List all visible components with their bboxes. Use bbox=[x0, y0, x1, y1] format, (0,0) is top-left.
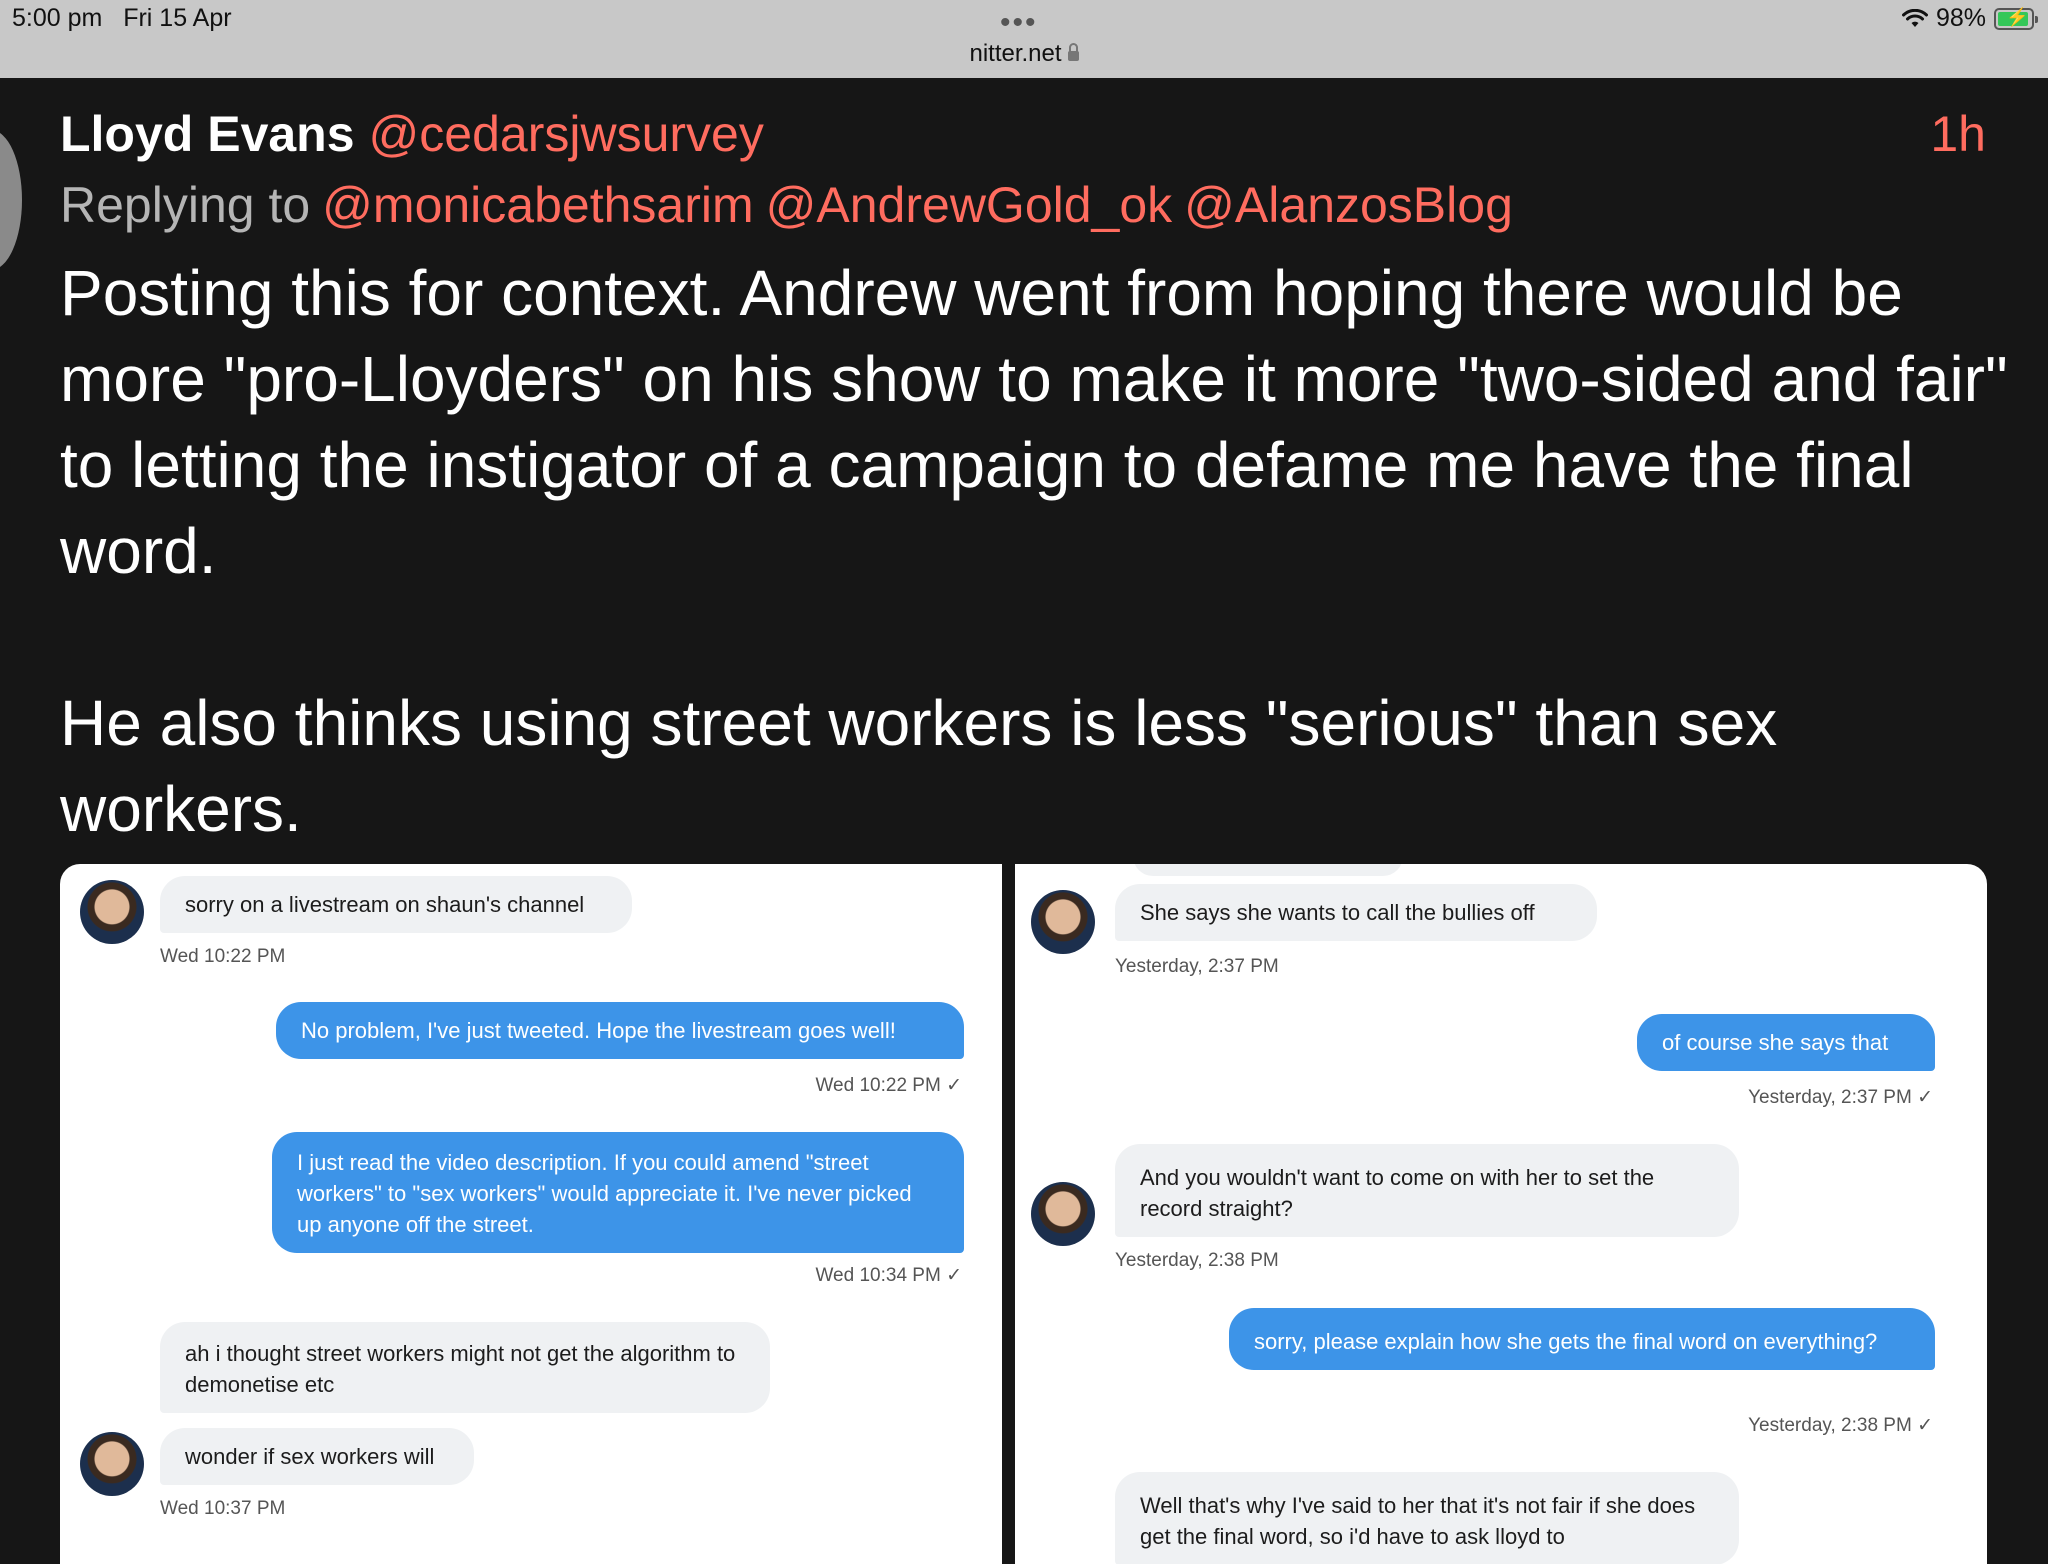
mention-link[interactable]: @monicabethsarim bbox=[322, 177, 753, 233]
tweet-time[interactable]: 1h bbox=[1930, 104, 1986, 164]
message-timestamp: Wed 10:22 PM bbox=[160, 946, 286, 967]
message-timestamp: Yesterday, 2:38 PM ✓ bbox=[1748, 1415, 1933, 1436]
dm-avatar bbox=[80, 1432, 144, 1496]
address-bar[interactable]: nitter.net bbox=[0, 40, 2048, 68]
battery-percent: 98% bbox=[1935, 4, 1986, 32]
more-dots-icon[interactable]: ••• bbox=[1000, 8, 1038, 38]
author-name[interactable]: Lloyd Evans bbox=[60, 106, 355, 162]
attached-image-right[interactable]: She says she wants to call the bullies o… bbox=[1015, 864, 1987, 1564]
dm-avatar bbox=[1031, 1182, 1095, 1246]
message-bubble-cutoff bbox=[1133, 864, 1403, 876]
message-bubble: She says she wants to call the bullies o… bbox=[1115, 884, 1597, 941]
message-bubble: sorry on a livestream on shaun's channel bbox=[160, 876, 632, 933]
replying-to: Replying to @monicabethsarim @AndrewGold_o… bbox=[60, 175, 1513, 235]
tweet-paragraph: Posting this for context. Andrew went fr… bbox=[60, 257, 2008, 587]
status-bar: 5:00 pm Fri 15 Apr ••• nitter.net 98% ⚡ bbox=[0, 0, 2048, 78]
avatar[interactable] bbox=[0, 130, 22, 270]
tweet-header: Lloyd Evans @cedarsjwsurvey bbox=[60, 104, 764, 164]
mention-link[interactable]: @AlanzosBlog bbox=[1184, 177, 1513, 233]
replying-prefix: Replying to bbox=[60, 177, 311, 233]
mention-link[interactable]: @AndrewGold_ok bbox=[766, 177, 1173, 233]
message-bubble: ah i thought street workers might not ge… bbox=[160, 1322, 770, 1413]
message-bubble: And you wouldn't want to come on with he… bbox=[1115, 1144, 1739, 1237]
dm-avatar bbox=[80, 880, 144, 944]
message-bubble: I just read the video description. If yo… bbox=[272, 1132, 964, 1253]
status-time: 5:00 pm Fri 15 Apr bbox=[12, 4, 232, 32]
tweet-text: Posting this for context. Andrew went fr… bbox=[60, 250, 2010, 852]
author-handle[interactable]: @cedarsjwsurvey bbox=[369, 106, 764, 162]
message-timestamp: Yesterday, 2:37 PM bbox=[1115, 956, 1279, 977]
message-timestamp: Wed 10:37 PM bbox=[160, 1498, 286, 1519]
wifi-icon bbox=[1901, 8, 1928, 27]
message-bubble: Well that's why I've said to her that it… bbox=[1115, 1472, 1739, 1564]
message-timestamp: Yesterday, 2:37 PM ✓ bbox=[1748, 1087, 1933, 1108]
message-timestamp: Wed 10:22 PM ✓ bbox=[815, 1075, 962, 1096]
status-right: 98% ⚡ bbox=[1901, 4, 2038, 33]
battery-icon: ⚡ bbox=[1994, 7, 2038, 30]
tweet-paragraph: He also thinks using street workers is l… bbox=[60, 687, 1778, 845]
message-timestamp: Yesterday, 2:38 PM bbox=[1115, 1250, 1279, 1271]
attached-image-left[interactable]: sorry on a livestream on shaun's channel… bbox=[60, 864, 1002, 1564]
url-text: nitter.net bbox=[969, 40, 1062, 67]
message-bubble: No problem, I've just tweeted. Hope the … bbox=[276, 1002, 964, 1059]
message-timestamp: Wed 10:34 PM ✓ bbox=[815, 1265, 962, 1286]
message-bubble: sorry, please explain how she gets the f… bbox=[1229, 1308, 1935, 1370]
lock-icon bbox=[1067, 43, 1079, 61]
dm-avatar bbox=[1031, 890, 1095, 954]
message-bubble: wonder if sex workers will bbox=[160, 1428, 474, 1485]
message-bubble: of course she says that bbox=[1637, 1014, 1935, 1071]
